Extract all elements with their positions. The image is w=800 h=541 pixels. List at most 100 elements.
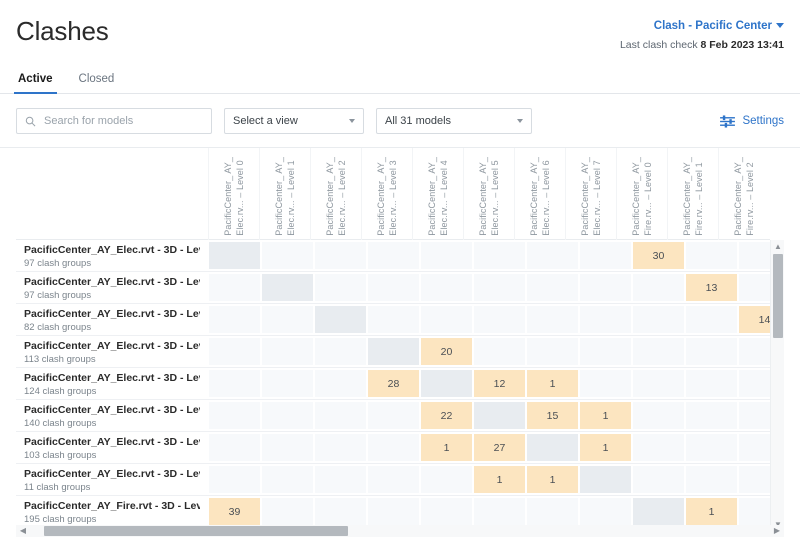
matrix-cell-count[interactable]: 1 [686, 498, 737, 525]
matrix-column-header[interactable]: PacificCenter_ AY_ Elec.rv... – Level 2 [310, 148, 361, 240]
matrix-column-header[interactable]: PacificCenter_ AY_ Elec.rv... – Level 7 [565, 148, 616, 240]
matrix-cell-count[interactable]: 1 [421, 434, 472, 461]
matrix-column-header-line2: Fire.rv... – Level 1 [694, 162, 704, 236]
matrix-cell-empty [474, 242, 525, 269]
matrix-cell-count[interactable]: 22 [421, 402, 472, 429]
matrix-row: PacificCenter_AY_Elec.rvt - 3D - Level 7… [16, 464, 784, 496]
matrix-row-label[interactable]: PacificCenter_AY_Elec.rvt - 3D - Level 0… [16, 240, 208, 271]
matrix-column-header[interactable]: PacificCenter_ AY_ Elec.rv... – Level 5 [463, 148, 514, 240]
matrix-column-header[interactable]: PacificCenter_ AY_ Elec.rv... – Level 3 [361, 148, 412, 240]
horizontal-scroll-thumb[interactable] [44, 526, 348, 536]
matrix-column-header-label: PacificCenter_ AY_ Elec.rv... – Level 6 [528, 157, 552, 236]
chevron-down-icon [349, 119, 355, 123]
matrix-column-headers: PacificCenter_ AY_ Elec.rv... – Level 0 Pa… [16, 148, 784, 240]
sliders-icon [720, 114, 736, 128]
matrix-row-label[interactable]: PacificCenter_AY_Elec.rvt - 3D - Level 2… [16, 304, 208, 335]
matrix-row-label[interactable]: PacificCenter_AY_Fire.rvt - 3D - Level 0… [16, 496, 208, 527]
chevron-down-icon [517, 119, 523, 123]
matrix-cell-count[interactable]: 13 [686, 274, 737, 301]
matrix-body: PacificCenter_AY_Elec.rvt - 3D - Level 0… [16, 240, 784, 528]
matrix-row-label[interactable]: PacificCenter_AY_Elec.rvt - 3D - Level 7… [16, 464, 208, 495]
matrix-cell-empty [315, 370, 366, 397]
matrix-cell-count[interactable]: 39 [209, 498, 260, 525]
matrix-column-header-label: PacificCenter_ AY_ Elec.rv... – Level 5 [477, 157, 501, 236]
matrix-cell-empty [527, 498, 578, 525]
matrix-row-clash-groups: 113 clash groups [24, 354, 96, 365]
matrix-column-header[interactable]: PacificCenter_ AY_ Elec.rv... – Level 6 [514, 148, 565, 240]
matrix-cell-count[interactable]: 28 [368, 370, 419, 397]
view-select-value: Select a view [233, 115, 298, 127]
matrix-cell-empty [315, 434, 366, 461]
matrix-column-header[interactable]: PacificCenter_ AY_ Fire.rv... – Level 0 [616, 148, 667, 240]
matrix-cell-count[interactable]: 12 [474, 370, 525, 397]
matrix-cell-empty [315, 498, 366, 525]
matrix-column-header-line1: PacificCenter_ AY_ [478, 157, 488, 236]
matrix-row: PacificCenter_AY_Elec.rvt - 3D - Level 5… [16, 400, 784, 432]
matrix-cell-count[interactable]: 1 [580, 402, 631, 429]
matrix-column-header[interactable]: PacificCenter_ AY_ Fire.rv... – Level 2 [718, 148, 769, 240]
matrix-column-header-line1: PacificCenter_ AY_ [580, 157, 590, 236]
matrix-column-header-line1: PacificCenter_ AY_ [274, 157, 284, 236]
models-select[interactable]: All 31 models [376, 108, 532, 134]
matrix-column-header-line1: PacificCenter_ AY_ [427, 157, 437, 236]
matrix-cell-empty [686, 402, 737, 429]
matrix-row-clash-groups: 82 clash groups [24, 322, 92, 333]
matrix-cell-self [209, 242, 260, 269]
matrix-cell-count[interactable]: 1 [527, 370, 578, 397]
caret-right-icon[interactable]: ▶ [773, 527, 781, 535]
matrix-cell-empty [315, 242, 366, 269]
matrix-cell-empty [686, 466, 737, 493]
matrix-column-header-label: PacificCenter_ AY_ Elec.rv... – Level 2 [324, 157, 348, 236]
matrix-row-label[interactable]: PacificCenter_AY_Elec.rvt - 3D - Level 1… [16, 272, 208, 303]
matrix-cell-count[interactable]: 30 [633, 242, 684, 269]
matrix-cell-self [527, 434, 578, 461]
vertical-scroll-thumb[interactable] [773, 254, 783, 338]
matrix-cell-empty [368, 274, 419, 301]
last-clash-check: Last clash check 8 Feb 2023 13:41 [620, 39, 784, 51]
view-select[interactable]: Select a view [224, 108, 364, 134]
matrix-cell-empty [686, 338, 737, 365]
matrix-column-header[interactable]: PacificCenter_ AY_ Fire.rv... – Level 1 [667, 148, 718, 240]
matrix-row-label[interactable]: PacificCenter_AY_Elec.rvt - 3D - Level 4… [16, 368, 208, 399]
caret-up-icon[interactable]: ▲ [774, 243, 782, 251]
matrix-column-header[interactable]: PacificCenter_ AY_ Elec.rv... – Level 4 [412, 148, 463, 240]
matrix-cell-empty [633, 466, 684, 493]
matrix-row-name: PacificCenter_AY_Elec.rvt - 3D - Level 7 [24, 468, 200, 480]
matrix-column-header[interactable]: PacificCenter_ AY_ Elec.rv... – Level 1 [259, 148, 310, 240]
search-input[interactable] [42, 114, 203, 128]
matrix-row-label[interactable]: PacificCenter_AY_Elec.rvt - 3D - Level 3… [16, 336, 208, 367]
matrix-row-label[interactable]: PacificCenter_AY_Elec.rvt - 3D - Level 5… [16, 400, 208, 431]
clash-matrix: PacificCenter_ AY_ Elec.rv... – Level 0 Pa… [16, 148, 784, 532]
matrix-cell-empty [262, 338, 313, 365]
tab-active[interactable]: Active [14, 67, 57, 94]
matrix-row-clash-groups: 140 clash groups [24, 418, 97, 429]
search-box[interactable] [16, 108, 212, 134]
matrix-row-label[interactable]: PacificCenter_AY_Elec.rvt - 3D - Level 6… [16, 432, 208, 463]
matrix-cell-empty [315, 274, 366, 301]
caret-left-icon[interactable]: ◀ [19, 527, 27, 535]
matrix-row-name: PacificCenter_AY_Elec.rvt - 3D - Level 2 [24, 308, 200, 320]
matrix-column-header[interactable]: PacificCenter_ AY_ Elec.rv... – Level 0 [208, 148, 259, 240]
horizontal-scrollbar[interactable]: ◀ ▶ [16, 525, 784, 537]
matrix-cell-empty [209, 274, 260, 301]
matrix-cell-count[interactable]: 20 [421, 338, 472, 365]
matrix-cell-empty [633, 274, 684, 301]
matrix-cell-count[interactable]: 1 [580, 434, 631, 461]
matrix-cell-count[interactable]: 1 [474, 466, 525, 493]
matrix-row-name: PacificCenter_AY_Elec.rvt - 3D - Level 1 [24, 276, 200, 288]
matrix-cell-empty [262, 306, 313, 333]
settings-button[interactable]: Settings [720, 114, 784, 128]
matrix-column-header-line1: PacificCenter_ AY_ [223, 157, 233, 236]
tab-closed[interactable]: Closed [77, 67, 117, 93]
chevron-down-icon [776, 23, 784, 29]
vertical-scrollbar[interactable]: ▲ ▼ [770, 240, 784, 532]
matrix-column-header-label: PacificCenter_ AY_ Elec.rv... – Level 4 [426, 157, 450, 236]
matrix-cell-empty [209, 338, 260, 365]
matrix-cell-self [633, 498, 684, 525]
matrix-cell-count[interactable]: 1 [527, 466, 578, 493]
matrix-cell-empty [315, 402, 366, 429]
matrix-cell-count[interactable]: 15 [527, 402, 578, 429]
project-selector[interactable]: Clash - Pacific Center [620, 20, 784, 32]
matrix-cell-count[interactable]: 27 [474, 434, 525, 461]
matrix-cell-empty [262, 242, 313, 269]
